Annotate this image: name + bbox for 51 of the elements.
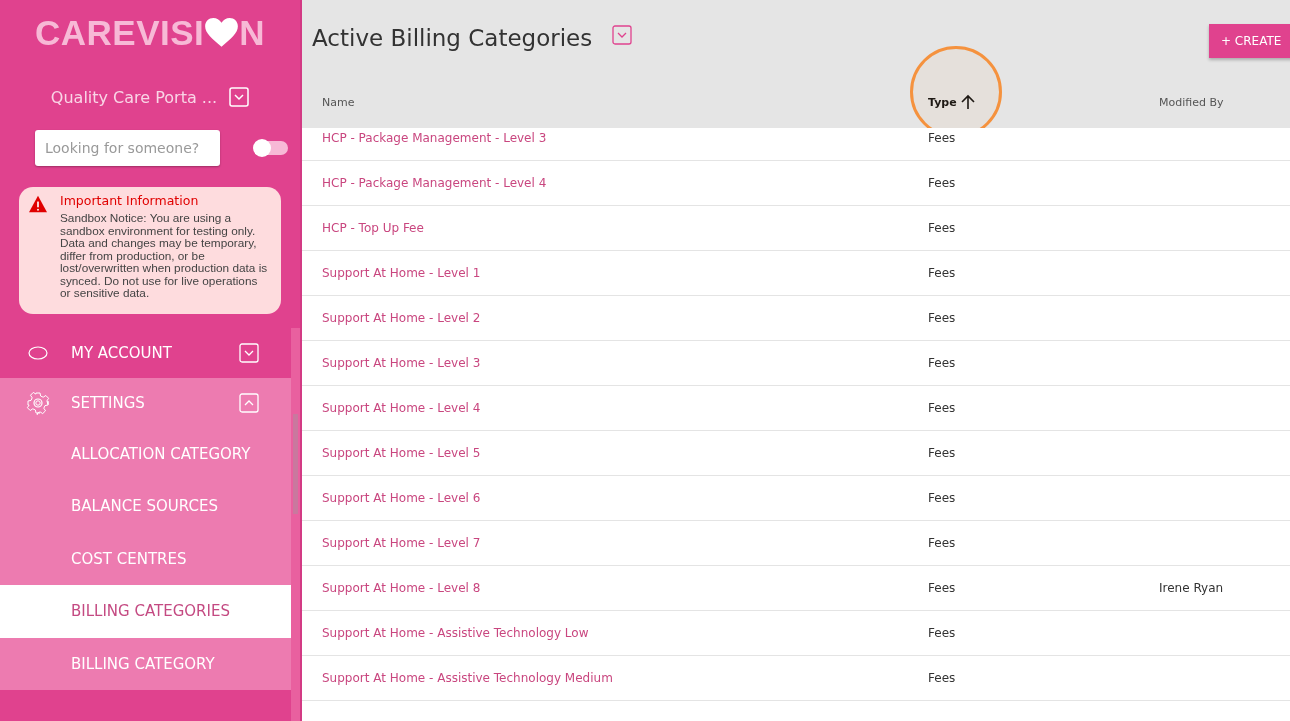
table-cell: Fees [928,221,956,235]
category-link[interactable]: Support At Home - Level 5 [322,446,481,460]
table-cell: Irene Ryan [1159,581,1224,595]
column-header[interactable]: Type [928,95,957,109]
column-header[interactable]: Name [322,95,355,109]
dropdown-icon[interactable] [612,25,633,45]
category-link[interactable]: Support At Home - Level 4 [322,401,481,415]
table-cell: Fees [928,581,956,595]
warning-icon [28,195,48,213]
nav-item[interactable]: ALLOCATION CATEGORY [0,427,291,480]
caret-icon [239,342,259,363]
category-link[interactable]: Support At Home - Level 8 [322,581,481,595]
category-link[interactable]: Support At Home - Level 6 [322,491,481,505]
sort-arrow-icon[interactable] [959,94,976,110]
table-cell: Fees [928,266,956,280]
table-cell: Fees [928,401,956,415]
category-link[interactable]: Support At Home - Level 1 [322,266,481,280]
notice-text: Sandbox Notice: You are using a sandbox environment for testing only. Data and changes may be temporary, differ from production, or be lost/overwritten when production data is synced. Do not use for live operations or sensitive data. [60,212,269,300]
nav-section[interactable]: SETTINGS [0,377,291,428]
caret-icon [239,392,259,413]
table-cell: Fees [928,446,956,460]
nav-item[interactable]: BALANCE SOURCES [0,480,291,533]
table-cell: Fees [928,491,956,505]
table-cell: Fees [928,356,956,370]
nav-item[interactable]: COST CENTRES [0,532,291,585]
table-cell: Fees [928,131,956,145]
toggle-switch[interactable] [255,141,288,155]
nav-item[interactable]: BILLING CATEGORIES [0,585,291,638]
scrollbar[interactable] [291,327,300,721]
organisation-name: Quality Care Porta ... [50,87,218,107]
table-cell: Fees [928,311,956,325]
create-button[interactable]: + CREATE [1209,24,1290,58]
category-link[interactable]: Support At Home - Assistive Technology Medium [322,671,613,685]
category-link[interactable]: Support At Home - Assistive Technology Low [322,626,589,640]
page-title: Active Billing Categories [312,25,593,51]
category-link[interactable]: HCP - Top Up Fee [322,221,424,235]
table-cell: Fees [928,536,956,550]
gear-icon [26,390,50,415]
category-link[interactable]: Support At Home - Level 7 [322,536,481,550]
table-cell: Fees [928,671,956,685]
notice-title: Important Information [60,193,200,208]
logo: CAREVISI N [33,12,267,54]
search-field[interactable]: Looking for someone? [35,130,220,166]
table-cell: Fees [928,626,956,640]
table-cell: Fees [928,176,956,190]
category-link[interactable]: Support At Home - Level 3 [322,356,481,370]
column-header[interactable]: Modified By [1159,95,1224,109]
category-link[interactable]: Support At Home - Level 2 [322,311,481,325]
category-link[interactable]: HCP - Package Management - Level 3 [322,131,547,145]
nav-item[interactable]: BILLING CATEGORY [0,637,291,690]
category-link[interactable]: HCP - Package Management - Level 4 [322,176,547,190]
